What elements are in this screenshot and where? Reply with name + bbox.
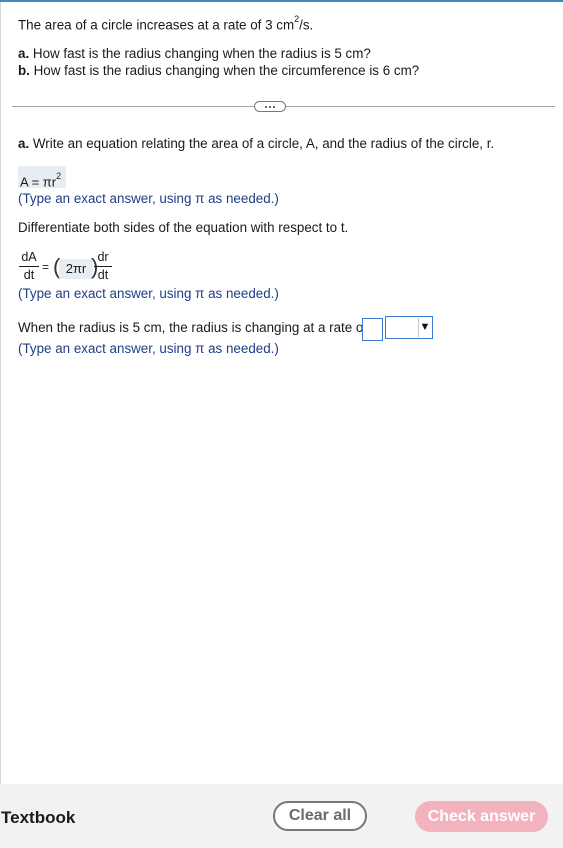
check-answer-button[interactable]: Check answer (415, 801, 548, 832)
equals-sign: = (42, 260, 50, 274)
dA-dt-fraction: dA dt (19, 250, 39, 283)
step-differentiate-instruction: Differentiate both sides of the equation… (18, 220, 349, 235)
dr-dt-fraction: dr dt (94, 250, 112, 283)
hint-text: (Type an exact answer, using π as needed… (18, 286, 279, 301)
derivative-answer[interactable]: 2πr (59, 259, 93, 279)
left-border (0, 2, 1, 784)
ellipsis-icon[interactable] (254, 101, 286, 112)
part-a-question: a. How fast is the radius changing when … (18, 46, 371, 61)
clear-all-button[interactable]: Clear all (273, 801, 367, 831)
unit-dropdown[interactable]: ▼ (385, 316, 433, 339)
area-equation-answer[interactable]: A = πr2 (18, 166, 66, 189)
rate-question-text: When the radius is 5 cm, the radius is c… (18, 320, 368, 335)
top-accent-line (0, 0, 563, 2)
step-a-instruction: a. Write an equation relating the area o… (18, 136, 495, 151)
hint-text: (Type an exact answer, using π as needed… (18, 191, 279, 206)
problem-statement: The area of a circle increases at a rate… (18, 14, 314, 33)
triangle-down-icon: ▼ (418, 318, 431, 337)
rate-answer-input[interactable] (362, 318, 383, 341)
part-b-question: b. How fast is the radius changing when … (18, 63, 420, 78)
textbook-link[interactable]: Textbook (1, 808, 75, 828)
hint-text: (Type an exact answer, using π as needed… (18, 341, 279, 356)
